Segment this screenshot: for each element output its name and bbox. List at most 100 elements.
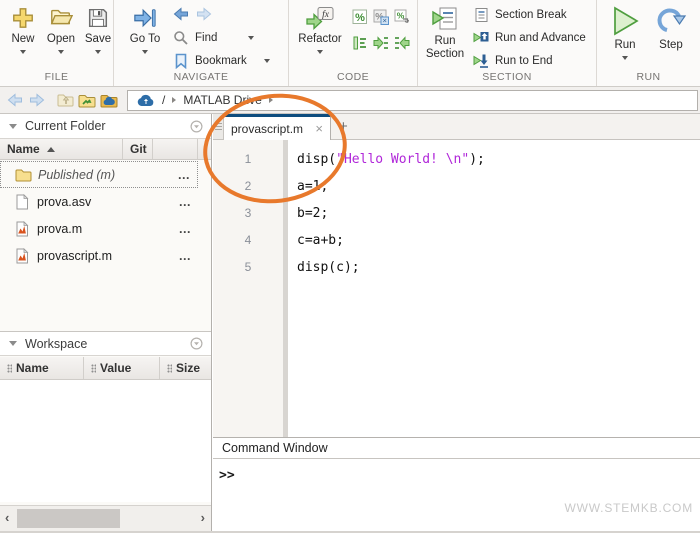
matlab-file-icon — [12, 248, 32, 264]
cloud-folder-icon[interactable] — [99, 91, 119, 109]
file-menu-button[interactable]: … — [179, 249, 193, 263]
line-number: 3 — [213, 201, 283, 228]
comment-icon[interactable]: % — [351, 8, 369, 26]
tab-list-grip-icon[interactable] — [213, 114, 224, 139]
svg-text:fx: fx — [322, 9, 330, 20]
workspace-empty-area — [0, 380, 211, 502]
scroll-right-icon[interactable]: › — [201, 510, 205, 526]
address-bar[interactable]: / MATLAB Drive — [127, 90, 698, 111]
bookmark-label: Bookmark — [195, 55, 247, 67]
cloud-icon — [135, 91, 155, 109]
find-dropdown-caret-icon[interactable] — [248, 36, 254, 40]
folder-icon — [13, 168, 33, 182]
run-section-button[interactable]: Run Section — [422, 5, 468, 61]
goto-button[interactable]: Go To — [124, 5, 166, 54]
column-grip-icon[interactable] — [167, 364, 172, 373]
back-arrow-icon[interactable] — [172, 5, 190, 23]
current-folder-header[interactable]: Current Folder — [0, 114, 211, 139]
collapse-triangle-icon[interactable] — [9, 341, 17, 346]
svg-text:×: × — [383, 16, 387, 25]
bookmark-button[interactable]: Bookmark — [172, 52, 270, 70]
indent-right-icon[interactable] — [372, 34, 390, 52]
breadcrumb-chevron-icon — [172, 97, 176, 103]
scrollbar-thumb[interactable] — [17, 509, 120, 528]
save-dropdown-caret-icon[interactable] — [95, 50, 101, 54]
column-header-name[interactable]: Name — [0, 139, 123, 159]
scroll-left-icon[interactable]: ‹ — [5, 510, 9, 526]
uncomment-icon[interactable]: %× — [372, 8, 390, 26]
code-editor[interactable]: 1 2 3 4 5 disp("Hello World! \n"); a=1; … — [213, 140, 700, 437]
column-header-blank — [153, 139, 198, 159]
command-prompt[interactable]: >> — [219, 468, 700, 483]
breadcrumb-root[interactable]: / — [162, 93, 165, 107]
line-number-gutter: 1 2 3 4 5 — [213, 140, 283, 437]
run-to-end-label: Run to End — [495, 55, 553, 67]
nav-back-icon[interactable] — [5, 91, 25, 109]
ribbon-group-run: Run Step RUN — [597, 0, 700, 86]
file-row-provascript-m[interactable]: provascript.m … — [0, 242, 198, 269]
refactor-icon: fx — [304, 5, 336, 31]
file-row-published[interactable]: Published (m) … — [0, 161, 198, 188]
panel-menu-icon[interactable] — [187, 335, 205, 353]
command-window[interactable]: Command Window >> WWW.STEMKB.COM — [213, 437, 700, 531]
file-row-prova-asv[interactable]: prova.asv … — [0, 188, 198, 215]
goto-dropdown-caret-icon[interactable] — [142, 50, 148, 54]
column-grip-icon[interactable] — [7, 364, 12, 373]
open-icon — [48, 5, 74, 31]
section-break-icon — [472, 6, 490, 24]
breadcrumb-location[interactable]: MATLAB Drive — [183, 93, 261, 107]
workspace-column-size[interactable]: Size — [160, 357, 211, 379]
code-line: a=1; — [297, 174, 485, 201]
file-row-prova-m[interactable]: prova.m … — [0, 215, 198, 242]
open-button[interactable]: Open — [43, 5, 79, 54]
line-number: 4 — [213, 228, 283, 255]
editor-tab-bar: provascript.m × + — [213, 114, 700, 140]
file-name: prova.asv — [37, 195, 179, 209]
smart-indent-icon[interactable] — [351, 34, 369, 52]
bookmark-dropdown-caret-icon[interactable] — [264, 59, 270, 63]
run-button[interactable]: Run — [605, 5, 645, 60]
run-to-end-button[interactable]: Run to End — [472, 52, 553, 70]
collapse-triangle-icon[interactable] — [9, 124, 17, 129]
nav-forward-icon[interactable] — [27, 91, 47, 109]
tab-provascript[interactable]: provascript.m × — [224, 114, 331, 140]
column-header-git[interactable]: Git — [123, 139, 153, 159]
new-dropdown-caret-icon[interactable] — [20, 50, 26, 54]
file-menu-button[interactable]: … — [179, 195, 193, 209]
bookmark-icon — [172, 52, 190, 70]
run-section-icon — [430, 5, 460, 33]
matlab-online-window: New Open Save FILE — [0, 0, 700, 533]
find-button[interactable]: Find — [172, 29, 254, 47]
panel-menu-icon[interactable] — [187, 117, 205, 135]
goto-icon — [131, 5, 159, 31]
workspace-header[interactable]: Workspace — [0, 331, 211, 356]
indent-left-icon[interactable] — [393, 34, 411, 52]
run-and-advance-button[interactable]: Run and Advance — [472, 29, 586, 47]
save-button[interactable]: Save — [82, 5, 114, 54]
wrap-comments-icon[interactable]: % — [393, 8, 411, 26]
line-number: 2 — [213, 174, 283, 201]
up-folder-icon[interactable] — [55, 91, 75, 109]
step-button[interactable]: Step — [651, 5, 691, 52]
code-area[interactable]: disp("Hello World! \n"); a=1; b=2; c=a+b… — [288, 140, 485, 437]
refactor-dropdown-caret-icon[interactable] — [317, 50, 323, 54]
refactor-button[interactable]: fx Refactor — [295, 5, 345, 54]
new-tab-button[interactable]: + — [339, 118, 348, 135]
open-dropdown-caret-icon[interactable] — [58, 50, 64, 54]
file-icon — [12, 194, 32, 210]
file-menu-button[interactable]: … — [178, 168, 192, 182]
tab-close-icon[interactable]: × — [315, 123, 323, 135]
section-break-button[interactable]: Section Break — [472, 6, 567, 24]
forward-arrow-icon[interactable] — [195, 5, 213, 23]
workspace-column-name[interactable]: Name — [0, 357, 84, 379]
column-grip-icon[interactable] — [91, 364, 96, 373]
workspace-column-value[interactable]: Value — [84, 357, 160, 379]
line-number: 1 — [213, 147, 283, 174]
horizontal-scrollbar[interactable]: ‹ › — [0, 505, 211, 531]
ribbon-group-code: fx Refactor % %× % — [289, 0, 418, 86]
run-dropdown-caret-icon[interactable] — [622, 56, 628, 60]
file-menu-button[interactable]: … — [179, 222, 193, 236]
browse-folder-icon[interactable] — [77, 91, 97, 109]
history-arrows — [172, 5, 213, 23]
new-button[interactable]: New — [6, 5, 40, 54]
